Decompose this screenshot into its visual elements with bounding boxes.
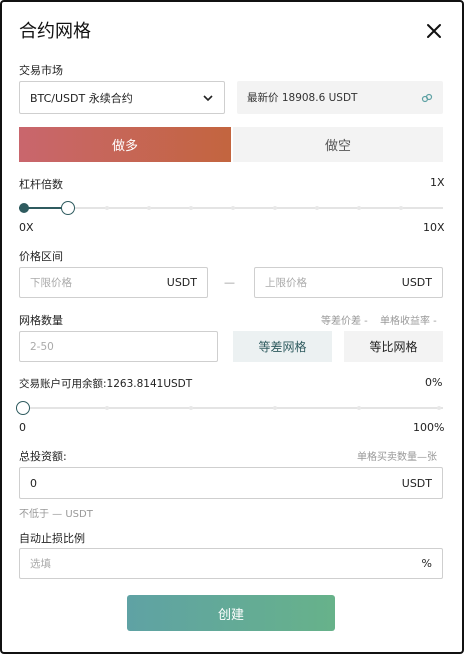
link-icon[interactable] [421, 92, 433, 104]
investment-input[interactable] [30, 476, 402, 490]
yield-info: 单格收益率 - [380, 316, 437, 327]
create-button[interactable]: 创建 [127, 595, 335, 631]
lower-price-field[interactable]: USDT [19, 267, 208, 298]
slider-tick [357, 206, 361, 210]
leverage-slider[interactable] [19, 200, 443, 216]
stop-loss-unit: % [421, 557, 432, 570]
investment-min-note: 不低于 — USDT [19, 509, 93, 520]
slider-tick [147, 206, 151, 210]
market-select[interactable]: BTC/USDT 永续合约 [19, 81, 225, 114]
investment-field[interactable]: USDT [19, 467, 443, 499]
latest-price-box: 最新价 18908.6 USDT [237, 81, 443, 114]
investment-unit: USDT [401, 476, 432, 490]
investment-label: 总投资额: [19, 450, 67, 463]
latest-price: 最新价 18908.6 USDT [247, 92, 358, 104]
chevron-down-icon [203, 94, 213, 101]
balance-min: 0 [19, 421, 26, 434]
geometric-grid-button[interactable]: 等比网格 [344, 331, 443, 362]
leverage-slider-handle[interactable] [61, 201, 76, 215]
lower-price-input[interactable] [30, 276, 167, 289]
leverage-max: 10X [423, 221, 445, 234]
arithmetic-grid-button[interactable]: 等差网格 [233, 331, 332, 362]
slider-tick [399, 206, 403, 210]
diff-info: 等差价差 - [321, 316, 368, 327]
price-range-label: 价格区间 [19, 250, 63, 263]
lower-price-unit: USDT [166, 276, 197, 289]
slider-tick [315, 206, 319, 210]
price-range-separator: — [224, 276, 235, 289]
balance-slider-handle[interactable] [16, 401, 30, 415]
upper-price-unit: USDT [401, 276, 432, 289]
slider-tick [105, 206, 109, 210]
grid-count-input[interactable] [30, 340, 207, 353]
slider-tick [105, 406, 109, 410]
leverage-min: 0X [19, 221, 34, 234]
close-button[interactable] [424, 21, 444, 41]
slider-tick [189, 206, 193, 210]
short-button[interactable]: 做空 [233, 127, 443, 162]
upper-price-field[interactable]: USDT [254, 267, 443, 298]
slider-tick [189, 406, 193, 410]
dialog-title: 合约网格 [19, 21, 91, 42]
leverage-label: 杠杆倍数 [19, 178, 63, 191]
balance-max: 100% [413, 421, 445, 434]
available-balance: 交易账户可用余额:1263.8141USDT [19, 378, 193, 390]
grid-count-field[interactable] [19, 331, 218, 362]
balance-percent: 0% [425, 376, 443, 389]
leverage-value: 1X [430, 176, 445, 189]
long-button[interactable]: 做多 [19, 127, 231, 162]
stop-loss-input[interactable] [30, 557, 422, 570]
upper-price-input[interactable] [265, 276, 402, 289]
slider-tick [357, 406, 361, 410]
per-grid-info: 单格买卖数量—张 [357, 452, 437, 463]
balance-slider-track [16, 407, 443, 409]
market-select-value: BTC/USDT 永续合约 [30, 91, 133, 105]
market-label: 交易市场 [19, 64, 63, 77]
balance-slider[interactable] [16, 400, 443, 416]
slider-tick [273, 206, 277, 210]
slider-tick [273, 406, 277, 410]
leverage-slider-start [19, 203, 29, 213]
slider-tick [437, 406, 441, 410]
stop-loss-label: 自动止损比例 [19, 532, 85, 545]
stop-loss-field[interactable]: % [19, 548, 443, 579]
grid-count-label: 网格数量 [19, 314, 63, 327]
slider-tick [231, 206, 235, 210]
close-icon [427, 24, 441, 38]
